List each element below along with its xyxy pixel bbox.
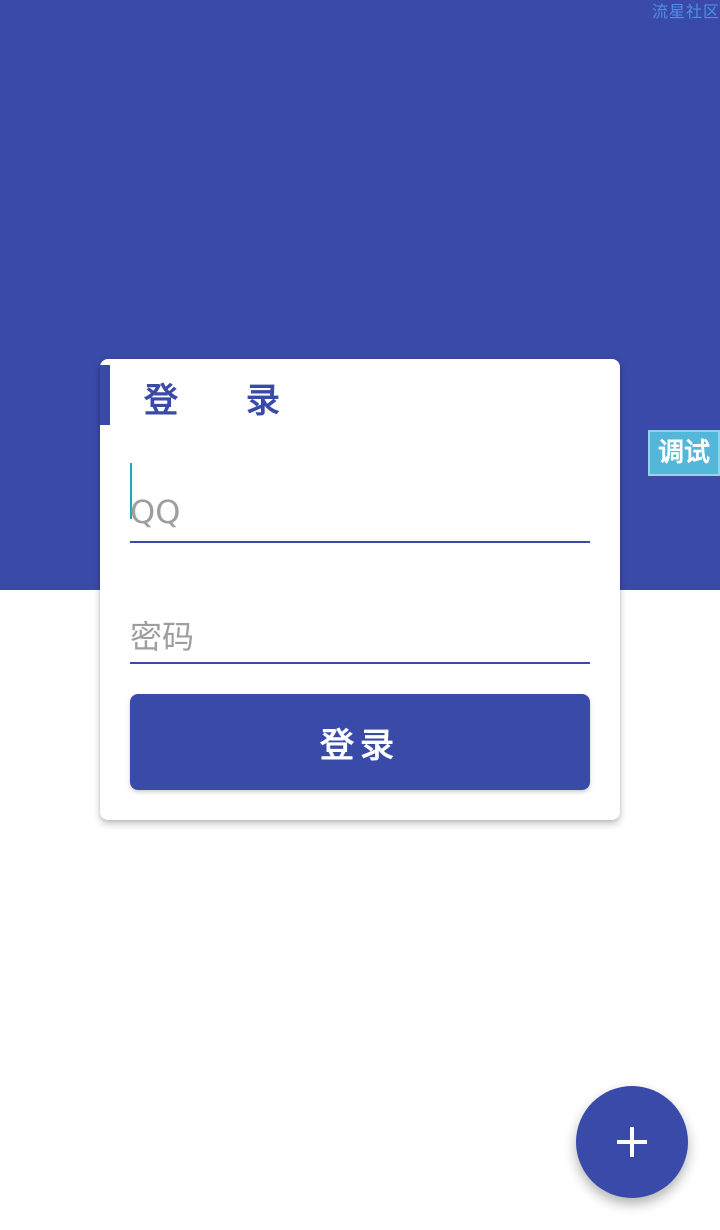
login-button[interactable]: 登录 (130, 694, 590, 790)
app-screen: 流星社区 登 录 登录 调试 (0, 0, 720, 1230)
qq-input[interactable] (130, 461, 590, 551)
plus-icon (617, 1127, 647, 1157)
card-title: 登 录 (144, 381, 308, 421)
add-fab-button[interactable] (576, 1086, 688, 1198)
debug-button[interactable]: 调试 (648, 430, 720, 476)
watermark-text: 流星社区 (651, 2, 720, 21)
card-accent-bar (100, 365, 110, 425)
password-field[interactable] (130, 582, 590, 676)
qq-field[interactable] (130, 461, 590, 551)
login-card: 登 录 登录 (100, 359, 620, 820)
password-input[interactable] (130, 582, 590, 676)
